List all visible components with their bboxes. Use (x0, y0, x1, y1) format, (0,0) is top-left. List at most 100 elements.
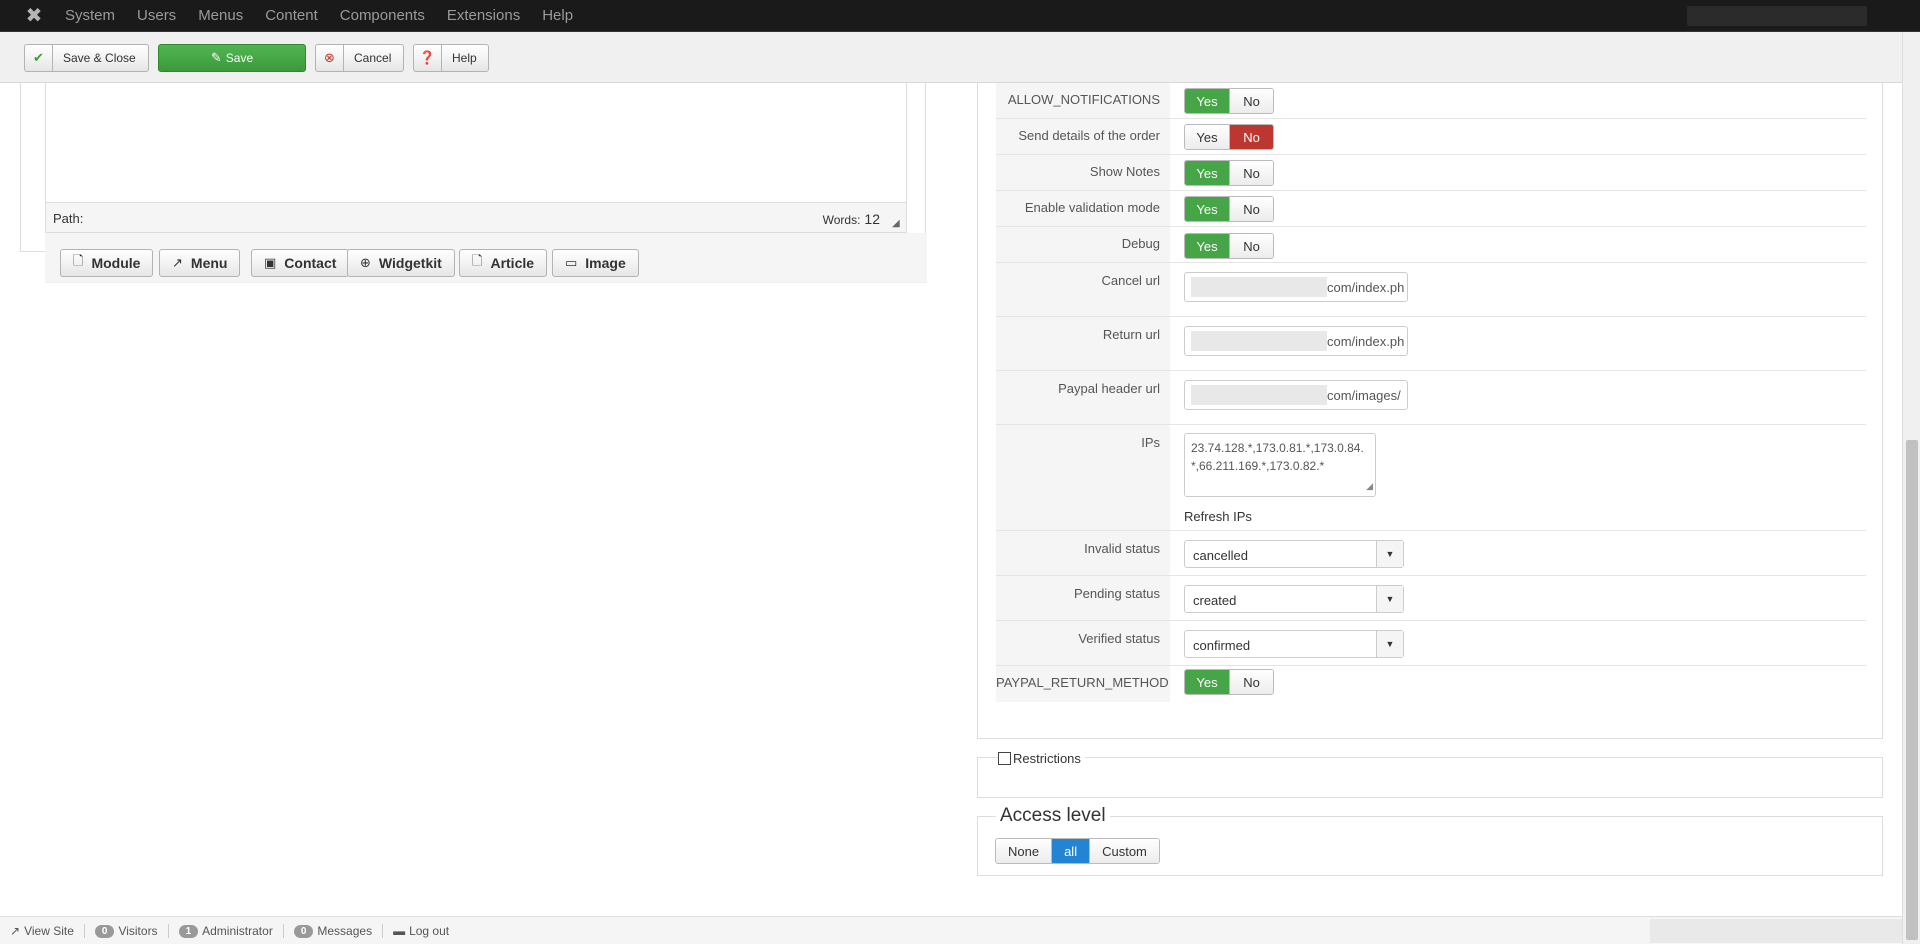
image-button[interactable]: ▭ Image (552, 249, 639, 277)
allow-notifications-no[interactable]: No (1229, 89, 1273, 113)
contact-button[interactable]: ▣ Contact (251, 249, 350, 277)
restrictions-checkbox[interactable] (998, 752, 1011, 765)
menu-components[interactable]: Components (329, 0, 436, 32)
invalid-status-value: cancelled (1193, 548, 1248, 563)
return-url-input[interactable]: com/index.ph (1184, 326, 1408, 356)
return-method-yes[interactable]: Yes (1185, 670, 1229, 694)
visitors-label: Visitors (118, 924, 158, 938)
share-icon: ↗ (172, 255, 183, 270)
help-button[interactable]: ❓ Help (413, 44, 489, 72)
allow-notifications-toggle: Yes No (1184, 88, 1274, 114)
textarea-resize-icon[interactable]: ◢ (1366, 477, 1373, 495)
module-button[interactable]: 🗋 Module (60, 249, 154, 277)
page-scrollbar[interactable] (1902, 32, 1920, 944)
row-invalid-status: Invalid status cancelled ▼ (996, 531, 1866, 576)
row-return-method: PAYPAL_RETURN_METHOD Yes No (996, 666, 1866, 702)
visitors-link[interactable]: 0 Visitors (85, 924, 169, 938)
access-level-buttons: None all Custom (995, 838, 1160, 864)
plus-circle-icon: ⊕ (360, 255, 371, 270)
header-url-value: com/images/ (1327, 388, 1401, 403)
access-all-button[interactable]: all (1051, 839, 1090, 863)
header-url-input[interactable]: com/images/ (1184, 380, 1408, 410)
administrator-link[interactable]: 1 Administrator (169, 924, 284, 938)
help-label: Help (452, 51, 477, 65)
save-close-label: Save & Close (63, 51, 136, 65)
invalid-status-label: Invalid status (996, 531, 1170, 575)
ips-textarea[interactable]: 23.74.128.*,173.0.81.*,173.0.84.*,66.211… (1184, 433, 1376, 497)
menu-help[interactable]: Help (531, 0, 584, 32)
refresh-ips-link[interactable]: Refresh IPs (1184, 509, 1376, 524)
resize-handle-icon[interactable]: ◢ (892, 219, 902, 229)
invalid-status-select[interactable]: cancelled ▼ (1184, 540, 1404, 568)
verified-status-value: confirmed (1193, 638, 1251, 653)
row-ips: IPs 23.74.128.*,173.0.81.*,173.0.84.*,66… (996, 425, 1866, 531)
validation-mode-label: Enable validation mode (996, 191, 1170, 226)
menu-users[interactable]: Users (126, 0, 187, 32)
view-site-link[interactable]: ↗ View Site (10, 924, 85, 938)
redacted-text (1191, 331, 1327, 351)
messages-badge: 0 (293, 924, 314, 938)
row-allow-notifications: ALLOW_NOTIFICATIONS Yes No (996, 83, 1866, 119)
scrollbar-thumb[interactable] (1906, 440, 1918, 940)
menu-extensions[interactable]: Extensions (436, 0, 531, 32)
contact-label: Contact (284, 255, 337, 271)
access-level-legend: Access level (996, 805, 1110, 827)
admin-badge: 1 (178, 924, 199, 938)
widgetkit-button[interactable]: ⊕ Widgetkit (347, 249, 455, 277)
access-none-button[interactable]: None (996, 839, 1052, 863)
file-add-icon: 🗋 (73, 253, 84, 268)
save-close-button[interactable]: ✔ Save & Close (24, 44, 149, 72)
header-url-label: Paypal header url (996, 371, 1170, 424)
row-show-notes: Show Notes Yes No (996, 155, 1866, 191)
send-details-label: Send details of the order (996, 119, 1170, 154)
cancel-button[interactable]: ⊗ Cancel (315, 44, 404, 72)
send-details-no[interactable]: No (1229, 125, 1273, 149)
cancel-circle-icon: ⊗ (316, 45, 344, 71)
picture-icon: ▭ (565, 255, 578, 270)
row-validation-mode: Enable validation mode Yes No (996, 191, 1866, 227)
pending-status-select[interactable]: created ▼ (1184, 585, 1404, 613)
show-notes-no[interactable]: No (1229, 161, 1273, 185)
row-return-url: Return url com/index.ph (996, 317, 1866, 371)
show-notes-toggle: Yes No (1184, 160, 1274, 186)
validation-mode-no[interactable]: No (1229, 197, 1273, 221)
debug-no[interactable]: No (1229, 234, 1273, 258)
user-menu-redacted[interactable] (1687, 6, 1867, 26)
menu-content[interactable]: Content (254, 0, 329, 32)
payment-params-fieldset: ALLOW_NOTIFICATIONS Yes No Send details … (977, 83, 1883, 739)
cancel-url-label: Cancel url (996, 263, 1170, 316)
return-method-no[interactable]: No (1229, 670, 1273, 694)
allow-notifications-yes[interactable]: Yes (1185, 89, 1229, 113)
debug-yes[interactable]: Yes (1185, 234, 1229, 258)
row-send-details: Send details of the order Yes No (996, 119, 1866, 155)
access-level-fieldset: Access level None all Custom (977, 805, 1883, 876)
minus-icon: ▬ (393, 924, 406, 938)
logout-link[interactable]: ▬ Log out (383, 924, 459, 938)
toolbar: ✔ Save & Close ✎ Save ⊗ Cancel ❓ Help (0, 32, 1902, 83)
article-button[interactable]: 🗋 Article (459, 249, 548, 277)
view-site-label: View Site (24, 924, 74, 938)
cancel-url-input[interactable]: com/index.ph (1184, 272, 1408, 302)
return-method-label: PAYPAL_RETURN_METHOD (996, 666, 1170, 702)
debug-label: Debug (996, 227, 1170, 262)
redacted-text (1191, 385, 1327, 405)
menu-system[interactable]: System (54, 0, 126, 32)
send-details-yes[interactable]: Yes (1185, 125, 1229, 149)
validation-mode-yes[interactable]: Yes (1185, 197, 1229, 221)
joomla-logo-icon[interactable]: ✖ (24, 6, 44, 26)
validation-mode-toggle: Yes No (1184, 196, 1274, 222)
access-custom-button[interactable]: Custom (1089, 839, 1159, 863)
pending-status-value: created (1193, 593, 1237, 608)
module-label: Module (91, 255, 141, 271)
show-notes-yes[interactable]: Yes (1185, 161, 1229, 185)
messages-link[interactable]: 0 Messages (284, 924, 384, 938)
save-button[interactable]: ✎ Save (158, 44, 306, 72)
menu-button[interactable]: ↗ Menu (159, 249, 241, 277)
check-icon: ✔ (25, 45, 53, 71)
editor-area[interactable]: Path: Words: 12 ◢ (45, 83, 907, 233)
return-method-toggle: Yes No (1184, 669, 1274, 695)
article-label: Article (490, 255, 535, 271)
verified-status-select[interactable]: confirmed ▼ (1184, 630, 1404, 658)
cancel-label: Cancel (354, 51, 392, 65)
menu-menus[interactable]: Menus (187, 0, 254, 32)
